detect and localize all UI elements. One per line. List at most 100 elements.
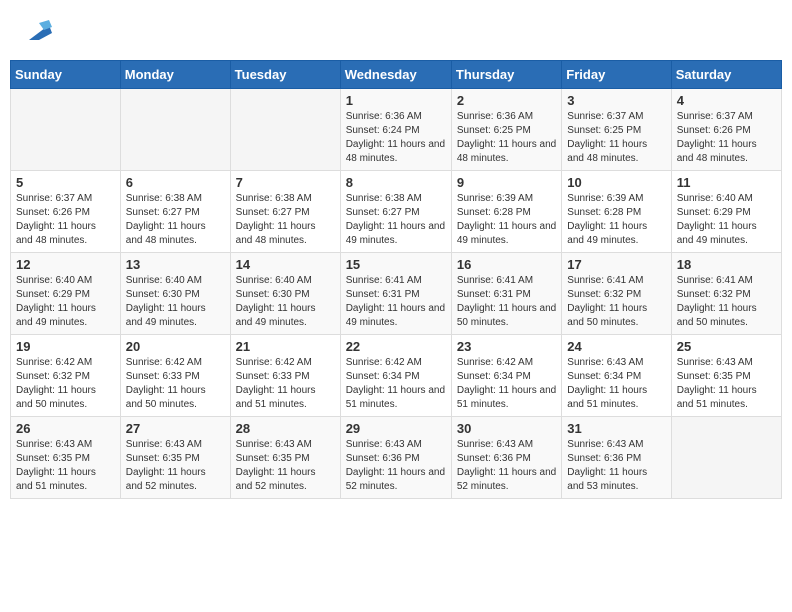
day-number: 4 — [677, 93, 776, 108]
calendar-cell: 7 Sunrise: 6:38 AM Sunset: 6:27 PM Daylig… — [230, 171, 340, 253]
day-number: 14 — [236, 257, 335, 272]
calendar-cell: 3Sunrise: 6:37 AM Sunset: 6:25 PM Daylig… — [562, 89, 671, 171]
day-info: Sunrise: 6:37 AM Sunset: 6:26 PM Dayligh… — [677, 110, 776, 166]
day-info: Sunrise: 6:40 AM Sunset: 6:30 PM Dayligh… — [236, 274, 335, 330]
column-header-friday: Friday — [562, 61, 671, 89]
calendar-cell: 26Sunrise: 6:43 AM Sunset: 6:35 PM Dayli… — [11, 417, 121, 499]
calendar-cell: 17 Sunrise: 6:41 AM Sunset: 6:32 PM Dayli… — [562, 253, 671, 335]
column-header-saturday: Saturday — [671, 61, 781, 89]
calendar-cell: 6Sunrise: 6:38 AM Sunset: 6:27 PM Daylig… — [120, 171, 230, 253]
calendar-cell: 21 Sunrise: 6:42 AM Sunset: 6:33 PM Dayli… — [230, 335, 340, 417]
calendar-cell: 29 Sunrise: 6:43 AM Sunset: 6:36 PM Dayli… — [340, 417, 451, 499]
day-info: Sunrise: 6:38 AM Sunset: 6:27 PM Dayligh… — [236, 192, 335, 248]
calendar-cell: 31 Sunrise: 6:43 AM Sunset: 6:36 PM Dayli… — [562, 417, 671, 499]
calendar-cell: 10 Sunrise: 6:39 AM Sunset: 6:28 PM Dayli… — [562, 171, 671, 253]
day-number: 8 — [346, 175, 446, 190]
calendar-header-row: SundayMondayTuesdayWednesdayThursdayFrid… — [11, 61, 782, 89]
day-info: Sunrise: 6:43 AM Sunset: 6:34 PM Dayligh… — [567, 356, 665, 412]
day-number: 22 — [346, 339, 446, 354]
calendar-cell: 23 Sunrise: 6:42 AM Sunset: 6:34 PM Dayli… — [451, 335, 561, 417]
day-info: Sunrise: 6:43 AM Sunset: 6:35 PM Dayligh… — [126, 438, 225, 494]
day-number: 1 — [346, 93, 446, 108]
day-number: 2 — [457, 93, 556, 108]
day-info: Sunrise: 6:41 AM Sunset: 6:31 PM Dayligh… — [346, 274, 446, 330]
day-number: 13 — [126, 257, 225, 272]
calendar-cell: 27 Sunrise: 6:43 AM Sunset: 6:35 PM Dayli… — [120, 417, 230, 499]
day-number: 23 — [457, 339, 556, 354]
day-info: Sunrise: 6:43 AM Sunset: 6:35 PM Dayligh… — [16, 438, 115, 494]
day-number: 5 — [16, 175, 115, 190]
day-info: Sunrise: 6:36 AM Sunset: 6:24 PM Dayligh… — [346, 110, 446, 166]
day-info: Sunrise: 6:40 AM Sunset: 6:29 PM Dayligh… — [677, 192, 776, 248]
calendar-cell: 8 Sunrise: 6:38 AM Sunset: 6:27 PM Daylig… — [340, 171, 451, 253]
day-info: Sunrise: 6:41 AM Sunset: 6:31 PM Dayligh… — [457, 274, 556, 330]
column-header-tuesday: Tuesday — [230, 61, 340, 89]
day-info: Sunrise: 6:43 AM Sunset: 6:35 PM Dayligh… — [236, 438, 335, 494]
calendar-cell: 20Sunrise: 6:42 AM Sunset: 6:33 PM Dayli… — [120, 335, 230, 417]
calendar-cell — [120, 89, 230, 171]
day-info: Sunrise: 6:37 AM Sunset: 6:25 PM Dayligh… — [567, 110, 665, 166]
day-number: 24 — [567, 339, 665, 354]
logo-icon — [24, 15, 54, 45]
calendar-cell: 14 Sunrise: 6:40 AM Sunset: 6:30 PM Dayli… — [230, 253, 340, 335]
calendar-week-1: 1 Sunrise: 6:36 AM Sunset: 6:24 PM Daylig… — [11, 89, 782, 171]
day-info: Sunrise: 6:42 AM Sunset: 6:32 PM Dayligh… — [16, 356, 115, 412]
calendar-cell: 15 Sunrise: 6:41 AM Sunset: 6:31 PM Dayli… — [340, 253, 451, 335]
calendar-cell: 12 Sunrise: 6:40 AM Sunset: 6:29 PM Dayli… — [11, 253, 121, 335]
calendar-cell — [11, 89, 121, 171]
day-number: 27 — [126, 421, 225, 436]
day-info: Sunrise: 6:40 AM Sunset: 6:30 PM Dayligh… — [126, 274, 225, 330]
calendar-cell: 4 Sunrise: 6:37 AM Sunset: 6:26 PM Daylig… — [671, 89, 781, 171]
calendar-week-4: 19Sunrise: 6:42 AM Sunset: 6:32 PM Dayli… — [11, 335, 782, 417]
day-info: Sunrise: 6:42 AM Sunset: 6:34 PM Dayligh… — [346, 356, 446, 412]
calendar-week-3: 12 Sunrise: 6:40 AM Sunset: 6:29 PM Dayli… — [11, 253, 782, 335]
calendar-cell: 24 Sunrise: 6:43 AM Sunset: 6:34 PM Dayli… — [562, 335, 671, 417]
calendar-week-2: 5Sunrise: 6:37 AM Sunset: 6:26 PM Daylig… — [11, 171, 782, 253]
calendar-week-5: 26Sunrise: 6:43 AM Sunset: 6:35 PM Dayli… — [11, 417, 782, 499]
day-info: Sunrise: 6:38 AM Sunset: 6:27 PM Dayligh… — [126, 192, 225, 248]
day-info: Sunrise: 6:41 AM Sunset: 6:32 PM Dayligh… — [567, 274, 665, 330]
day-number: 29 — [346, 421, 446, 436]
day-number: 11 — [677, 175, 776, 190]
day-number: 17 — [567, 257, 665, 272]
day-number: 30 — [457, 421, 556, 436]
day-number: 12 — [16, 257, 115, 272]
day-info: Sunrise: 6:41 AM Sunset: 6:32 PM Dayligh… — [677, 274, 776, 330]
calendar-cell: 25Sunrise: 6:43 AM Sunset: 6:35 PM Dayli… — [671, 335, 781, 417]
day-number: 25 — [677, 339, 776, 354]
day-number: 18 — [677, 257, 776, 272]
calendar-cell: 16 Sunrise: 6:41 AM Sunset: 6:31 PM Dayli… — [451, 253, 561, 335]
page-header — [10, 10, 782, 50]
day-number: 16 — [457, 257, 556, 272]
calendar-cell: 2 Sunrise: 6:36 AM Sunset: 6:25 PM Daylig… — [451, 89, 561, 171]
day-info: Sunrise: 6:36 AM Sunset: 6:25 PM Dayligh… — [457, 110, 556, 166]
calendar-cell: 5Sunrise: 6:37 AM Sunset: 6:26 PM Daylig… — [11, 171, 121, 253]
day-info: Sunrise: 6:43 AM Sunset: 6:36 PM Dayligh… — [346, 438, 446, 494]
logo — [20, 15, 54, 45]
column-header-wednesday: Wednesday — [340, 61, 451, 89]
day-number: 31 — [567, 421, 665, 436]
calendar: SundayMondayTuesdayWednesdayThursdayFrid… — [10, 60, 782, 499]
day-info: Sunrise: 6:43 AM Sunset: 6:36 PM Dayligh… — [567, 438, 665, 494]
day-info: Sunrise: 6:43 AM Sunset: 6:36 PM Dayligh… — [457, 438, 556, 494]
column-header-thursday: Thursday — [451, 61, 561, 89]
calendar-cell — [230, 89, 340, 171]
day-number: 21 — [236, 339, 335, 354]
calendar-cell: 11 Sunrise: 6:40 AM Sunset: 6:29 PM Dayli… — [671, 171, 781, 253]
day-info: Sunrise: 6:42 AM Sunset: 6:33 PM Dayligh… — [236, 356, 335, 412]
calendar-cell: 18 Sunrise: 6:41 AM Sunset: 6:32 PM Dayli… — [671, 253, 781, 335]
day-number: 15 — [346, 257, 446, 272]
day-number: 7 — [236, 175, 335, 190]
calendar-cell: 9Sunrise: 6:39 AM Sunset: 6:28 PM Daylig… — [451, 171, 561, 253]
calendar-cell: 13 Sunrise: 6:40 AM Sunset: 6:30 PM Dayli… — [120, 253, 230, 335]
calendar-cell: 30 Sunrise: 6:43 AM Sunset: 6:36 PM Dayli… — [451, 417, 561, 499]
day-number: 10 — [567, 175, 665, 190]
calendar-cell — [671, 417, 781, 499]
day-info: Sunrise: 6:38 AM Sunset: 6:27 PM Dayligh… — [346, 192, 446, 248]
day-info: Sunrise: 6:39 AM Sunset: 6:28 PM Dayligh… — [457, 192, 556, 248]
column-header-sunday: Sunday — [11, 61, 121, 89]
column-header-monday: Monday — [120, 61, 230, 89]
day-info: Sunrise: 6:40 AM Sunset: 6:29 PM Dayligh… — [16, 274, 115, 330]
day-info: Sunrise: 6:42 AM Sunset: 6:34 PM Dayligh… — [457, 356, 556, 412]
day-info: Sunrise: 6:39 AM Sunset: 6:28 PM Dayligh… — [567, 192, 665, 248]
